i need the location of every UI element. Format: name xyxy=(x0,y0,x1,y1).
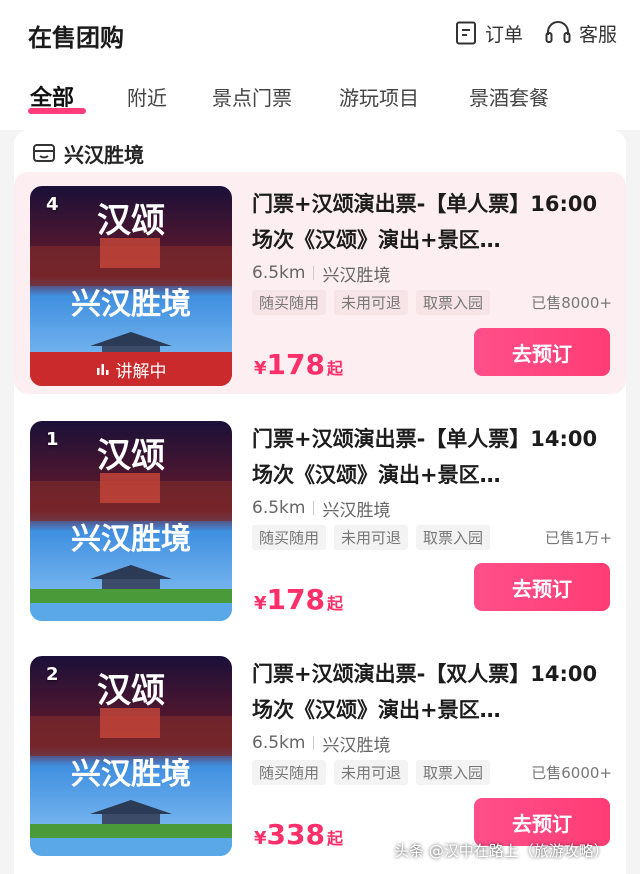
product-tags: 随买随用 未用可退 取票入园 已售1万+ xyxy=(252,523,612,551)
product-card[interactable]: 汉颂 兴汉胜境 2 门票+汉颂演出票-【双人票】14:00场次《汉颂》演出+景区… xyxy=(14,642,626,864)
audio-bars-icon xyxy=(96,364,108,375)
category-tabs: 全部 附近 景点门票 游玩项目 景酒套餐 xyxy=(0,78,640,122)
product-tags: 随买随用 未用可退 取票入园 已售8000+ xyxy=(252,288,612,316)
price-suffix: 起 xyxy=(326,359,343,378)
distance: 6.5km xyxy=(252,498,306,518)
price: ¥ 178 起 xyxy=(254,583,343,616)
live-explaining-badge: 讲解中 xyxy=(30,352,232,386)
currency-symbol: ¥ xyxy=(254,828,267,849)
distance: 6.5km xyxy=(252,733,306,753)
price-value: 338 xyxy=(266,818,325,851)
store-icon xyxy=(33,144,55,162)
order-button[interactable]: 订单 xyxy=(455,18,523,48)
product-info: 门票+汉颂演出票-【单人票】16:00场次《汉颂》演出+景区… 6.5km 兴汉… xyxy=(252,186,612,316)
tag: 未用可退 xyxy=(334,524,409,550)
product-image: 汉颂 兴汉胜境 1 xyxy=(30,421,232,621)
price-suffix: 起 xyxy=(326,594,343,613)
tag: 未用可退 xyxy=(334,289,409,315)
group-buy-page: 在售团购 订单 客服 全部 附近 景点门票 游玩项目 景酒套餐 兴汉胜境 汉颂 … xyxy=(0,0,640,874)
order-label: 订单 xyxy=(485,23,524,46)
headset-icon xyxy=(545,21,571,43)
tab-activities[interactable]: 游玩项目 xyxy=(339,82,419,111)
product-image: 汉颂 兴汉胜境 4 讲解中 xyxy=(30,186,232,386)
sold-count: 已售6000+ xyxy=(531,763,612,782)
section-title: 兴汉胜境 xyxy=(64,142,144,167)
venue-name: 兴汉胜境 xyxy=(322,265,391,286)
tab-hotel-packages[interactable]: 景酒套餐 xyxy=(469,82,549,111)
tag: 随买随用 xyxy=(252,524,327,550)
product-meta: 6.5km 兴汉胜境 xyxy=(252,260,612,286)
order-icon xyxy=(456,21,476,45)
product-name[interactable]: 门票+汉颂演出票-【单人票】16:00场次《汉颂》演出+景区… xyxy=(252,186,612,258)
page-title: 在售团购 xyxy=(28,24,124,52)
price-suffix: 起 xyxy=(326,829,343,848)
book-button[interactable]: 去预订 xyxy=(474,798,610,846)
venue-name: 兴汉胜境 xyxy=(322,500,391,521)
rank-number: 4 xyxy=(46,194,59,215)
image-title-top: 汉颂 xyxy=(97,201,165,241)
product-tags: 随买随用 未用可退 取票入园 已售6000+ xyxy=(252,758,612,786)
customer-service-button[interactable]: 客服 xyxy=(545,18,617,48)
product-name[interactable]: 门票+汉颂演出票-【双人票】14:00场次《汉颂》演出+景区… xyxy=(252,656,612,728)
product-meta: 6.5km 兴汉胜境 xyxy=(252,495,612,521)
product-name[interactable]: 门票+汉颂演出票-【单人票】14:00场次《汉颂》演出+景区… xyxy=(252,421,612,493)
tag: 未用可退 xyxy=(334,759,409,785)
sold-count: 已售1万+ xyxy=(544,528,612,547)
image-title-bottom: 兴汉胜境 xyxy=(71,287,191,322)
currency-symbol: ¥ xyxy=(254,593,267,614)
venue-name: 兴汉胜境 xyxy=(322,735,391,756)
divider xyxy=(313,736,315,750)
divider xyxy=(313,266,315,280)
active-tab-indicator xyxy=(28,108,86,114)
tag: 随买随用 xyxy=(252,759,327,785)
section-header[interactable]: 兴汉胜境 xyxy=(32,138,144,168)
price: ¥ 178 起 xyxy=(254,348,343,381)
product-meta: 6.5km 兴汉胜境 xyxy=(252,730,612,756)
divider xyxy=(313,501,315,515)
product-card[interactable]: 汉颂 兴汉胜境 1 门票+汉颂演出票-【单人票】14:00场次《汉颂》演出+景区… xyxy=(14,407,626,629)
rank-number: 1 xyxy=(46,429,59,450)
book-button[interactable]: 去预订 xyxy=(474,563,610,611)
rank-number: 2 xyxy=(46,664,59,685)
price-value: 178 xyxy=(266,348,325,381)
currency-symbol: ¥ xyxy=(254,358,267,379)
tag: 取票入园 xyxy=(416,289,491,315)
tab-tickets[interactable]: 景点门票 xyxy=(212,82,292,111)
product-info: 门票+汉颂演出票-【单人票】14:00场次《汉颂》演出+景区… 6.5km 兴汉… xyxy=(252,421,612,551)
product-info: 门票+汉颂演出票-【双人票】14:00场次《汉颂》演出+景区… 6.5km 兴汉… xyxy=(252,656,612,786)
book-button[interactable]: 去预订 xyxy=(474,328,610,376)
tag: 随买随用 xyxy=(252,289,327,315)
distance: 6.5km xyxy=(252,263,306,283)
image-title-bottom: 兴汉胜境 xyxy=(71,757,191,792)
tag: 取票入园 xyxy=(416,759,491,785)
product-image: 汉颂 兴汉胜境 2 xyxy=(30,656,232,856)
watermark: 头条 @汉中在路上（旅游攻略） xyxy=(394,842,609,860)
price-value: 178 xyxy=(266,583,325,616)
tab-nearby[interactable]: 附近 xyxy=(127,82,167,111)
image-title-top: 汉颂 xyxy=(97,671,165,711)
price: ¥ 338 起 xyxy=(254,818,343,851)
service-label: 客服 xyxy=(579,23,618,46)
product-card[interactable]: 汉颂 兴汉胜境 4 讲解中 门票+汉颂演出票-【单人票】16:00场次《汉颂》演… xyxy=(14,172,626,394)
header: 在售团购 订单 客服 全部 附近 景点门票 游玩项目 景酒套餐 xyxy=(0,0,640,130)
image-title-top: 汉颂 xyxy=(97,436,165,476)
image-title-bottom: 兴汉胜境 xyxy=(71,522,191,557)
badge-label: 讲解中 xyxy=(115,361,167,382)
sold-count: 已售8000+ xyxy=(531,293,612,312)
tag: 取票入园 xyxy=(416,524,491,550)
